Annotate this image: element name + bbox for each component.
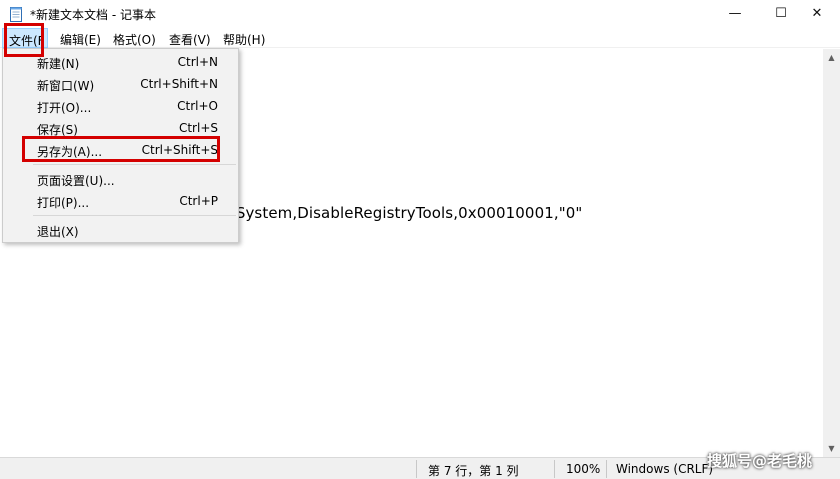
menu-item-label: 退出(X): [37, 225, 79, 239]
menu-help[interactable]: 帮助(H): [223, 31, 265, 48]
scroll-down-icon[interactable]: ▼: [823, 440, 840, 457]
line-ending: Windows (CRLF): [616, 462, 714, 476]
menu-item-shortcut: Ctrl+S: [178, 121, 218, 135]
menu-separator: [33, 164, 236, 165]
menu-item-label: 打开(O)...: [37, 101, 92, 115]
menu-item-page-setup[interactable]: 页面设置(U)...: [3, 168, 238, 190]
close-button[interactable]: ✕: [794, 0, 840, 28]
zoom-level: 100%: [566, 462, 601, 476]
menu-item-shortcut: Ctrl+O: [177, 99, 218, 113]
menu-item-new-window[interactable]: 新窗口(W) Ctrl+Shift+N: [3, 73, 238, 95]
menu-edit[interactable]: 编辑(E): [60, 31, 101, 48]
title-bar: *新建文本文档 - 记事本 — ☐ ✕: [0, 0, 840, 28]
minimize-button[interactable]: —: [712, 0, 758, 28]
watermark: 搜狐号@老毛桃: [707, 452, 813, 470]
menu-item-exit[interactable]: 退出(X): [3, 219, 238, 241]
menu-item-shortcut: Ctrl+Shift+N: [140, 77, 218, 91]
scroll-up-icon[interactable]: ▲: [823, 49, 840, 66]
menu-format[interactable]: 格式(O): [113, 31, 156, 48]
status-divider: [554, 460, 555, 478]
minimize-icon: —: [728, 6, 742, 21]
menu-item-print[interactable]: 打印(P)... Ctrl+P: [3, 190, 238, 212]
menu-item-shortcut: Ctrl+N: [177, 55, 218, 69]
menu-item-label: 新窗口(W): [37, 79, 95, 93]
menu-item-label: 页面设置(U)...: [37, 174, 115, 188]
status-divider: [416, 460, 417, 478]
menu-item-shortcut: Ctrl+P: [179, 194, 218, 208]
menu-item-open[interactable]: 打开(O)... Ctrl+O: [3, 95, 238, 117]
menu-separator: [33, 215, 236, 216]
highlight-box-file-menu: [4, 23, 44, 57]
notepad-icon: [10, 7, 22, 22]
maximize-icon: ☐: [775, 6, 787, 21]
highlight-box-save-as: [22, 136, 220, 162]
vertical-scrollbar[interactable]: ▲ ▼: [823, 49, 840, 457]
menu-view[interactable]: 查看(V): [169, 31, 211, 48]
window-title: *新建文本文档 - 记事本: [30, 8, 156, 22]
status-divider: [606, 460, 607, 478]
menu-bar: 文件(F 编辑(E) 格式(O) 查看(V) 帮助(H): [0, 28, 840, 48]
menu-item-label: 打印(P)...: [37, 196, 90, 210]
close-icon: ✕: [811, 6, 823, 21]
menu-item-label: 新建(N): [37, 57, 80, 71]
cursor-position: 第 7 行，第 1 列: [428, 464, 519, 478]
